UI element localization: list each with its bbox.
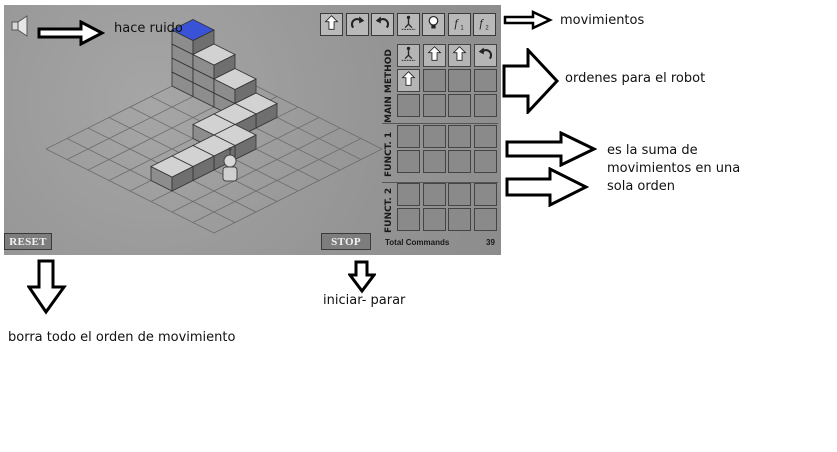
function-1-slot[interactable] — [448, 125, 471, 148]
total-commands-label: Total Commands — [385, 238, 450, 247]
toolbar-turn-left-button[interactable] — [371, 13, 394, 36]
function-1-slot[interactable] — [397, 125, 420, 148]
moves-annotation: movimientos — [560, 13, 645, 28]
main-method-slot[interactable] — [473, 44, 497, 67]
arrow-right-icon — [502, 48, 560, 114]
stop-button[interactable]: STOP — [321, 233, 371, 250]
function-1-slot[interactable] — [448, 150, 471, 173]
toolbar-function-1-button[interactable]: f1 — [447, 13, 471, 36]
svg-text:f: f — [454, 15, 459, 29]
turn-right-icon — [349, 14, 366, 36]
main-method-slot[interactable] — [397, 69, 420, 92]
forward-arrow-icon — [400, 70, 417, 92]
toolbar-forward-arrow-button[interactable] — [320, 13, 343, 36]
turn-left-icon — [477, 45, 494, 67]
function-1-slot[interactable] — [397, 150, 420, 173]
function-1-icon: f1 — [451, 14, 468, 36]
function-2-icon: f2 — [476, 14, 493, 36]
function-2-label: FUNCT. 2 — [384, 187, 394, 233]
main-method-slot[interactable] — [397, 44, 420, 67]
light-bulb-icon — [425, 14, 442, 36]
main-method-slot[interactable] — [422, 69, 446, 92]
svg-text:1: 1 — [460, 25, 464, 31]
arrow-right-icon — [505, 167, 589, 207]
svg-text:2: 2 — [485, 25, 488, 31]
function-1-slot[interactable] — [473, 150, 497, 173]
arrow-right-icon — [503, 10, 553, 30]
main-method-slot[interactable] — [473, 94, 497, 117]
forward-arrow-icon — [451, 45, 468, 67]
sound-annotation: hace ruido — [114, 21, 183, 36]
total-commands-value: 39 — [486, 238, 495, 247]
main-method-slot[interactable] — [448, 69, 471, 92]
arrow-right-icon — [505, 131, 597, 167]
toolbar-turn-right-button[interactable] — [345, 13, 369, 36]
orders-annotation: ordenes para el robot — [565, 71, 706, 86]
toolbar-light-bulb-button[interactable] — [422, 13, 445, 36]
reset-annotation: borra todo el orden de movimiento — [8, 330, 236, 345]
separator — [382, 123, 498, 124]
arrow-down-icon — [348, 260, 376, 294]
main-method-slot[interactable] — [448, 94, 471, 117]
main-method-slot[interactable] — [397, 94, 420, 117]
arrow-down-icon — [27, 259, 67, 315]
function-2-slot[interactable] — [448, 208, 471, 231]
function-1-slot[interactable] — [473, 125, 497, 148]
main-method-slot[interactable] — [448, 44, 471, 67]
toolbar-function-2-button[interactable]: f2 — [473, 13, 496, 36]
arrow-right-icon — [37, 20, 105, 46]
forward-arrow-icon — [426, 45, 443, 67]
main-method-slot[interactable] — [473, 69, 497, 92]
main-method-slot[interactable] — [422, 44, 446, 67]
svg-text:f: f — [479, 15, 484, 29]
function-2-slot[interactable] — [397, 208, 420, 231]
functions-annotation: es la suma de movimientos en una sola or… — [607, 143, 741, 194]
function-1-slot[interactable] — [422, 150, 446, 173]
function-1-slot[interactable] — [422, 125, 446, 148]
stop-annotation: iniciar- parar — [323, 293, 406, 308]
turn-left-icon — [374, 14, 391, 36]
forward-arrow-icon — [323, 14, 340, 36]
toolbar-jump-button[interactable] — [396, 13, 420, 36]
main-method-slot[interactable] — [422, 94, 446, 117]
function-2-slot[interactable] — [422, 183, 446, 206]
function-2-slot[interactable] — [422, 208, 446, 231]
reset-button[interactable]: RESET — [4, 233, 52, 250]
jump-icon — [400, 45, 417, 67]
function-2-slot[interactable] — [473, 183, 497, 206]
main-method-label: MAIN METHOD — [384, 49, 394, 123]
function-1-label: FUNCT. 1 — [384, 131, 394, 177]
function-2-slot[interactable] — [397, 183, 420, 206]
jump-icon — [400, 14, 417, 36]
function-2-slot[interactable] — [473, 208, 497, 231]
function-2-slot[interactable] — [448, 183, 471, 206]
